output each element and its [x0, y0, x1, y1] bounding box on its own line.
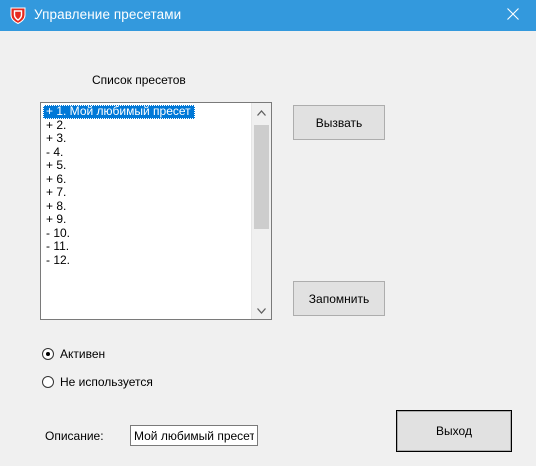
list-item[interactable]: + 8. — [43, 200, 251, 214]
scroll-up-button[interactable] — [252, 103, 271, 121]
list-item[interactable]: + 2. — [43, 119, 251, 133]
list-item[interactable]: - 12. — [43, 254, 251, 268]
radio-active[interactable]: Активен — [42, 346, 105, 362]
radio-active-circle[interactable] — [42, 348, 54, 360]
store-button[interactable]: Запомнить — [293, 281, 385, 316]
radio-active-label: Активен — [60, 347, 106, 361]
list-item[interactable]: - 10. — [43, 227, 251, 241]
list-item[interactable]: + 9. — [43, 213, 251, 227]
preset-list-heading: Список пресетов — [92, 73, 186, 87]
description-input[interactable] — [130, 425, 258, 446]
exit-button[interactable]: Выход — [396, 410, 512, 452]
list-item[interactable]: - 11. — [43, 240, 251, 254]
list-item[interactable]: + 5. — [43, 159, 251, 173]
shield-icon — [10, 7, 26, 25]
radio-selected-dot — [46, 352, 50, 356]
close-icon — [507, 8, 519, 23]
chevron-up-icon — [257, 105, 266, 119]
chevron-down-icon — [257, 303, 266, 317]
preset-manager-window: Управление пресетами Список пресетов + 1… — [0, 0, 536, 466]
list-item[interactable]: + 6. — [43, 173, 251, 187]
radio-unused[interactable]: Не используется — [42, 374, 153, 390]
window-title: Управление пресетами — [34, 7, 182, 22]
scroll-down-button[interactable] — [252, 301, 271, 319]
recall-button[interactable]: Вызвать — [293, 105, 385, 140]
scroll-thumb[interactable] — [254, 125, 269, 229]
preset-listbox[interactable]: + 1. Мой любимый пресет + 2. + 3. - 4. + 5. +… — [40, 102, 272, 320]
description-label: Описание: — [45, 429, 104, 443]
list-item[interactable]: - 4. — [43, 146, 251, 160]
close-button[interactable] — [490, 0, 536, 31]
radio-unused-circle[interactable] — [42, 376, 54, 388]
list-item[interactable]: + 3. — [43, 132, 251, 146]
radio-unused-label: Не используется — [60, 375, 153, 389]
list-item[interactable]: + 1. Мой любимый пресет — [43, 105, 195, 119]
list-item[interactable]: + 7. — [43, 186, 251, 200]
preset-list[interactable]: + 1. Мой любимый пресет + 2. + 3. - 4. + 5. +… — [43, 105, 251, 267]
title-bar[interactable]: Управление пресетами — [0, 0, 536, 31]
vertical-scrollbar[interactable] — [251, 103, 271, 319]
